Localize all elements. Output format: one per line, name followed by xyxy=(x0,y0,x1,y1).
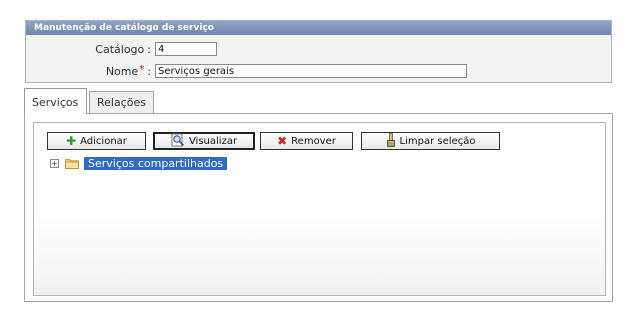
tree-node-label[interactable]: Serviços compartilhados xyxy=(84,156,228,170)
catalogo-field[interactable]: 4 xyxy=(155,42,217,56)
catalogo-row: Catálogo: 4 xyxy=(26,41,217,57)
remove-button[interactable]: ✖ Remover xyxy=(260,132,353,150)
nome-field[interactable]: Serviços gerais xyxy=(155,64,467,78)
brush-icon xyxy=(386,133,396,149)
tab-relacoes[interactable]: Relações xyxy=(89,91,154,113)
tab-content: ✚ Adicionar Visualizar ✖ Remover Limpar … xyxy=(24,113,613,302)
view-button[interactable]: Visualizar xyxy=(153,132,255,150)
folder-icon xyxy=(65,158,79,169)
colon: : xyxy=(147,42,151,56)
clear-selection-label: Limpar seleção xyxy=(399,135,476,147)
colon: : xyxy=(147,64,151,78)
catalogo-label: Catálogo xyxy=(95,42,145,56)
clear-selection-button[interactable]: Limpar seleção xyxy=(361,132,500,150)
nome-label: Nome xyxy=(105,64,139,78)
tabs-container: Serviços Relações ✚ Adicionar Visualizar xyxy=(24,88,613,302)
tree-root-node: + Serviços compartilhados xyxy=(50,156,228,170)
view-button-label: Visualizar xyxy=(188,135,238,147)
plus-icon: ✚ xyxy=(66,134,77,148)
tab-servicos[interactable]: Serviços xyxy=(24,88,87,114)
remove-button-label: Remover xyxy=(291,135,336,147)
add-button[interactable]: ✚ Adicionar xyxy=(47,132,146,150)
magnifier-icon xyxy=(171,133,185,149)
tab-bar: Serviços Relações xyxy=(24,88,613,114)
expand-icon[interactable]: + xyxy=(50,158,59,168)
nome-row: Nome*: Serviços gerais xyxy=(26,63,467,79)
catalog-maintenance-panel: Manutenção de catálogo de serviço Catálo… xyxy=(25,20,612,83)
close-icon: ✖ xyxy=(277,134,288,148)
add-button-label: Adicionar xyxy=(80,135,127,147)
services-tree-panel: ✚ Adicionar Visualizar ✖ Remover Limpar … xyxy=(33,122,606,296)
panel-title: Manutenção de catálogo de serviço xyxy=(26,21,611,35)
required-asterisk: * xyxy=(139,63,145,75)
